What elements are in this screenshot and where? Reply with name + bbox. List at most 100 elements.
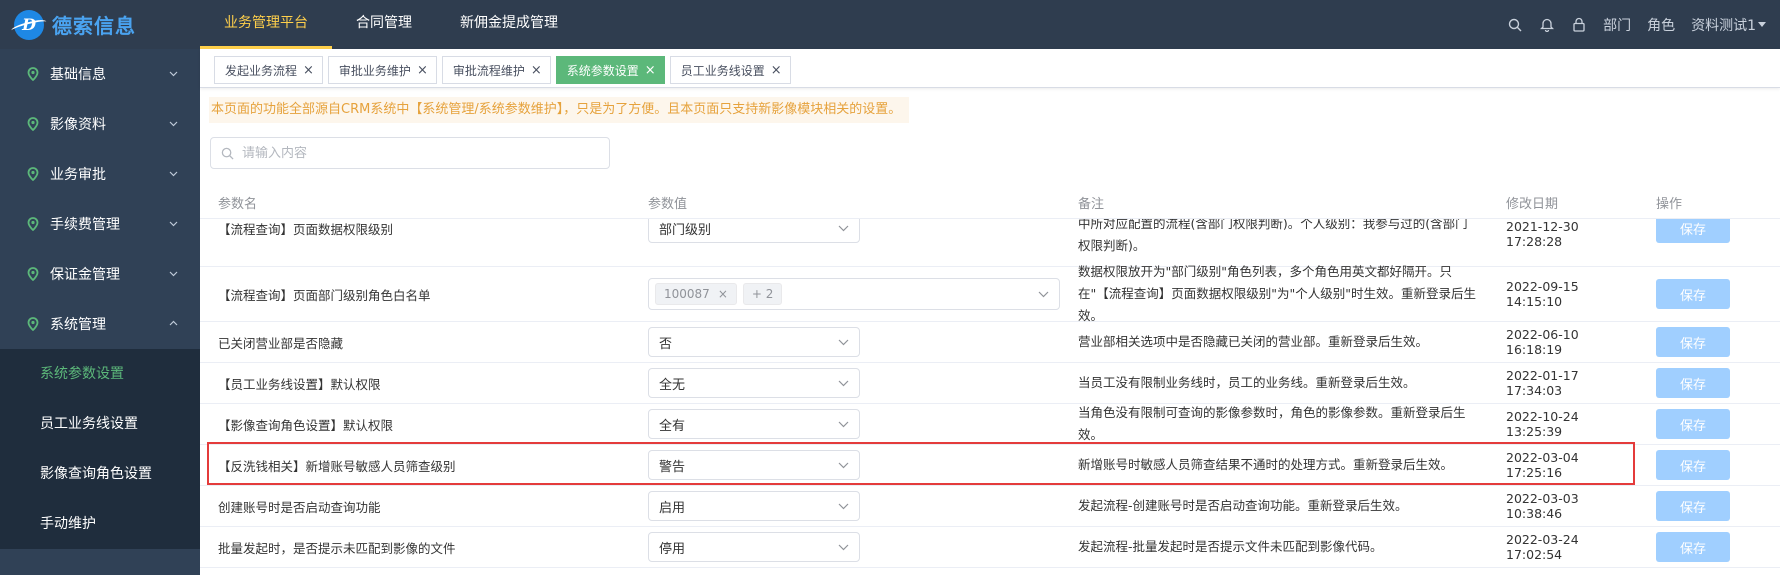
sidebar-item-deposit-management[interactable]: 保证金管理 [0,249,200,299]
tab-system-params[interactable]: 系统参数设置 × [555,56,665,84]
close-icon[interactable]: × [718,287,728,301]
param-value-select[interactable]: 全有 [648,409,860,439]
action-cell: 保存 [1638,368,1780,398]
tab-approval-process-maintenance[interactable]: 审批流程维护 × [441,56,551,84]
header-param-value: 参数值 [648,197,688,212]
sidebar-item-system-management[interactable]: 系统管理 [0,299,200,349]
action-cell: 保存 [1638,327,1780,357]
save-button[interactable]: 保存 [1656,327,1730,357]
param-value-select[interactable]: 启用 [648,491,860,521]
save-button[interactable]: 保存 [1656,279,1730,309]
user-menu[interactable]: 资料测试1 [1691,15,1766,35]
nav-commission-management[interactable]: 新佣金提成管理 [436,0,582,49]
brand-name: 德索信息 [52,14,136,38]
close-icon[interactable]: × [531,64,542,77]
param-value-select[interactable]: 部门级别 [648,219,860,243]
dept-link[interactable]: 部门 [1603,15,1631,35]
param-note: 发起流程-批量发起时是否提示文件未匹配到影像代码。 [1078,539,1383,554]
sidebar-item-business-approval[interactable]: 业务审批 [0,149,200,199]
chevron-down-icon [169,271,178,277]
selected-tag: 100087 × [655,283,737,305]
param-value-select[interactable]: 否 [648,327,860,357]
param-note: 当角色没有限制可查询的影像参数时，角色的影像参数。重新登录后生效。 [1078,405,1466,442]
chevron-down-icon [169,171,178,177]
close-icon[interactable]: × [645,64,656,77]
param-value-select[interactable]: 全无 [648,368,860,398]
save-button[interactable]: 保存 [1656,450,1730,480]
table-row: 批量发起时，是否提示未匹配到影像的文件 停用 发起流程-批量发起时是否提示文件未… [200,527,1780,568]
sidebar-subitem-employee-business-line[interactable]: 员工业务线设置 [0,399,200,449]
param-name: 【员工业务线设置】默认权限 [218,376,381,392]
sidebar-item-label: 保证金管理 [50,267,120,283]
sidebar-item-label: 系统管理 [50,317,106,333]
param-date: 2022-09-15 14:15:10 [1506,279,1579,309]
save-button[interactable]: 保存 [1656,409,1730,439]
save-button[interactable]: 保存 [1656,491,1730,521]
tab-label: 系统参数设置 [566,63,639,78]
tab-approval-business-maintenance[interactable]: 审批业务维护 × [327,56,437,84]
tab-label: 员工业务线设置 [680,63,765,78]
param-name: 【影像查询角色设置】默认权限 [218,417,394,433]
sidebar-item-fee-management[interactable]: 手续费管理 [0,199,200,249]
select-value: 启用 [659,500,686,516]
search-icon[interactable] [1507,17,1523,33]
param-note: 数据权限放开为"部门级别"角色列表，多个角色用英文都好隔开。只在"【流程查询】页… [1078,264,1476,323]
param-date: 2022-01-17 17:34:03 [1506,368,1579,398]
sidebar-item-image-data[interactable]: 影像资料 [0,99,200,149]
close-icon[interactable]: × [771,64,782,77]
sidebar-subitem-system-params[interactable]: 系统参数设置 [0,349,200,399]
chevron-down-icon [169,71,178,77]
location-pin-icon [27,217,39,231]
nav-contract-management[interactable]: 合同管理 [332,0,436,49]
role-link[interactable]: 角色 [1647,15,1675,35]
location-pin-icon [27,67,39,81]
tab-start-business-process[interactable]: 发起业务流程 × [214,56,323,84]
param-value-select[interactable]: 停用 [648,532,860,562]
sidebar-item-label: 业务审批 [50,167,106,183]
param-name: 已关闭营业部是否隐藏 [218,335,344,351]
top-right-tools: 部门 角色 资料测试1 [1507,15,1780,35]
nav-business-platform[interactable]: 业务管理平台 [200,0,332,49]
sidebar-item-basic-info[interactable]: 基础信息 [0,49,200,99]
table-header: 参数名 参数值 备注 修改日期 操作 [200,187,1780,219]
top-bar: D 德索信息 业务管理平台 合同管理 新佣金提成管理 部门 角色 资料测试1 [0,0,1780,49]
tab-employee-business-line[interactable]: 员工业务线设置 × [669,56,791,84]
param-date: 2022-06-10 16:18:19 [1506,327,1579,357]
bell-icon[interactable] [1539,17,1555,33]
chevron-down-icon [838,503,849,509]
save-button[interactable]: 保存 [1656,368,1730,398]
param-value-multiselect[interactable]: 100087 × + 2 [648,278,1060,310]
search-input[interactable] [242,145,592,161]
save-button[interactable]: 保存 [1656,532,1730,562]
select-value: 部门级别 [659,222,712,238]
param-value-cell: 启用 [630,491,1060,521]
close-icon[interactable]: × [417,64,428,77]
save-button[interactable]: 保存 [1656,219,1730,243]
param-date: 2021-12-30 17:28:28 [1506,219,1579,249]
param-name: 批量发起时，是否提示未匹配到影像的文件 [218,540,456,556]
param-date: 2022-03-04 17:25:16 [1506,450,1579,480]
table-row: 【流程查询】页面数据权限级别 部门级别 中所对应配置的流程(含部门权限判断)。个… [200,219,1780,267]
param-note: 发起流程-创建账号时是否启动查询功能。重新登录后生效。 [1078,498,1408,513]
tag-label: 100087 [664,287,710,301]
logo[interactable]: D 德索信息 [0,0,200,49]
chevron-up-icon [169,320,178,326]
chevron-down-icon [169,221,178,227]
caret-down-icon [1758,21,1766,27]
param-value-cell: 全无 [630,368,1060,398]
select-value: 警告 [659,459,686,475]
sidebar-subitem-manual-maintenance[interactable]: 手动维护 [0,499,200,549]
chevron-down-icon [169,121,178,127]
table-row: 【员工业务线设置】默认权限 全无 当员工没有限制业务线时，员工的业务线。重新登录… [200,363,1780,404]
tab-bar: 发起业务流程 × 审批业务维护 × 审批流程维护 × 系统参数设置 × 员工业务… [200,49,1780,88]
sidebar-subitem-image-query-role[interactable]: 影像查询角色设置 [0,449,200,499]
close-icon[interactable]: × [303,64,314,77]
param-name: 【流程查询】页面数据权限级别 [218,222,394,237]
search-box[interactable] [210,137,610,169]
param-name: 【反洗钱相关】新增账号敏感人员筛查级别 [218,458,456,474]
lock-icon[interactable] [1571,17,1587,33]
location-pin-icon [27,267,39,281]
location-pin-icon [27,117,39,131]
table-row: 创建账号时是否启动查询功能 启用 发起流程-创建账号时是否启动查询功能。重新登录… [200,486,1780,527]
param-value-select[interactable]: 警告 [648,450,860,480]
